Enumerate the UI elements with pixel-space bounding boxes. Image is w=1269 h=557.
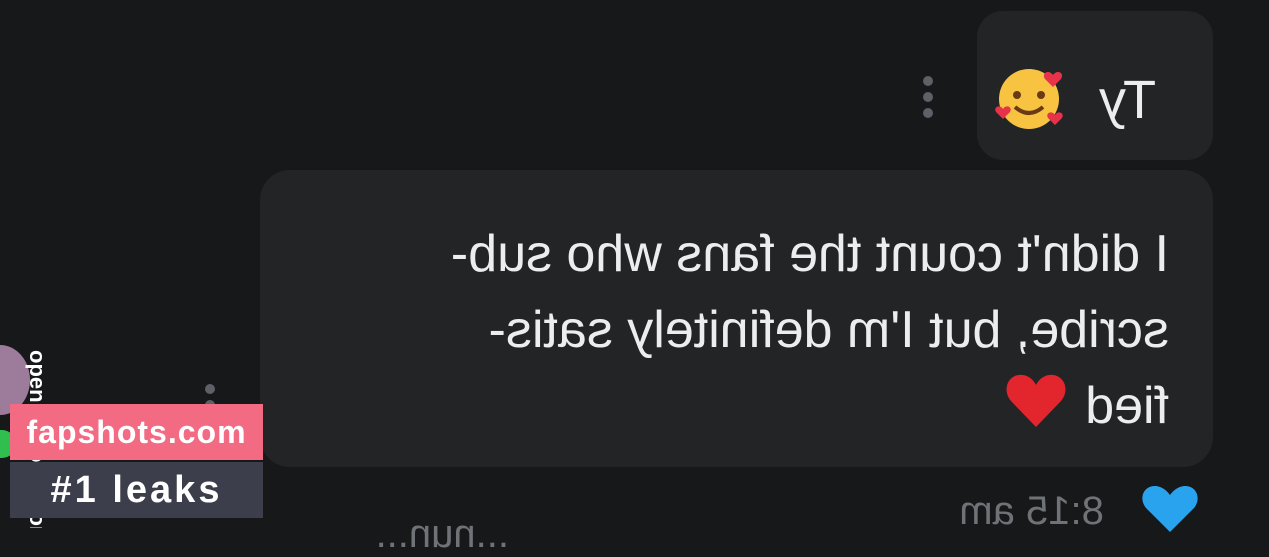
watermark-tagline: #1 leaks xyxy=(10,462,263,518)
watermark-site: fapshots.com xyxy=(10,404,263,460)
message-meta: 8:15 am xyxy=(959,484,1199,534)
message-text-2: I didn't count the fans who sub- scribe,… xyxy=(329,216,1169,444)
like-heart-icon[interactable] xyxy=(1141,484,1199,534)
message-timestamp: 8:15 am xyxy=(959,489,1104,533)
message-bubble-2[interactable]: I didn't count the fans who sub- scribe,… xyxy=(260,170,1213,467)
message-text-1: Ty xyxy=(1098,70,1156,130)
message-bubble-1[interactable]: Ty xyxy=(977,11,1213,160)
red-heart-icon xyxy=(1006,374,1066,427)
smiling-face-with-hearts-icon xyxy=(995,69,1063,129)
partial-next-message: ...nun... xyxy=(375,512,509,556)
message-options-icon[interactable] xyxy=(923,76,933,118)
